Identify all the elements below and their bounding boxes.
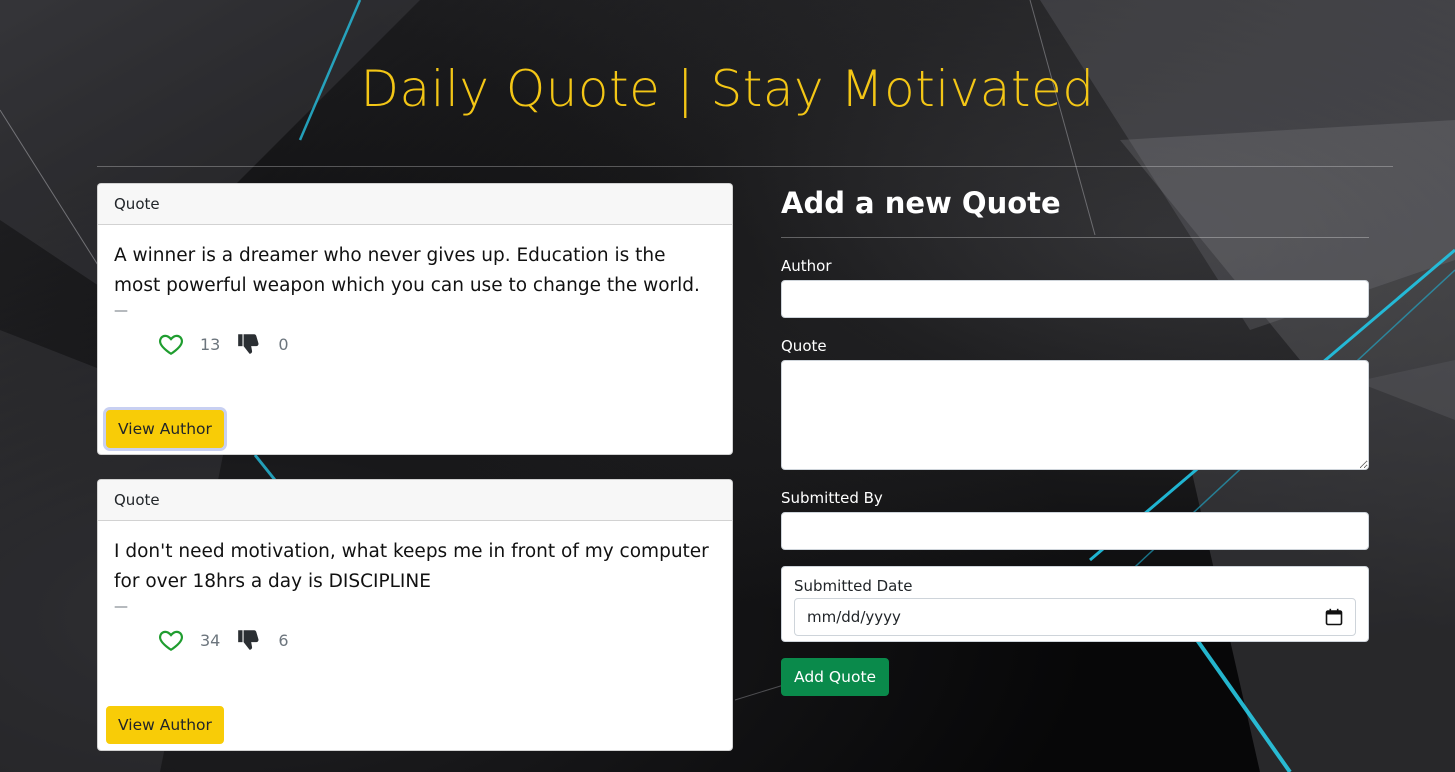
- thumbs-down-icon[interactable]: [236, 627, 262, 653]
- add-quote-button[interactable]: Add Quote: [781, 658, 890, 696]
- reactions-row: 34 6: [114, 625, 716, 655]
- quote-card-header: Quote: [98, 480, 732, 521]
- quote-author-dash: —: [114, 303, 128, 319]
- like-count: 13: [200, 334, 221, 354]
- quote-card: Quote I don't need motivation, what keep…: [97, 479, 733, 751]
- submitted-date-label: Submitted Date: [794, 577, 913, 595]
- quote-label: Quote: [781, 337, 827, 355]
- reactions-row: 13 0: [114, 329, 716, 359]
- quote-text: A winner is a dreamer who never gives up…: [114, 245, 700, 296]
- quote-author-dash: —: [114, 599, 128, 615]
- submitted-date-group: Submitted Date mm/dd/yyyy: [781, 566, 1369, 642]
- dislike-count: 6: [278, 630, 289, 650]
- heart-outline-icon[interactable]: [158, 331, 184, 357]
- page-title: Daily Quote | Stay Motivated: [360, 60, 1095, 118]
- author-label: Author: [781, 257, 832, 275]
- author-input[interactable]: [781, 280, 1369, 318]
- thumbs-down-icon[interactable]: [236, 331, 262, 357]
- calendar-icon[interactable]: [1325, 608, 1343, 626]
- add-quote-form: Add a new Quote Author Quote Submitted B…: [781, 183, 1369, 696]
- like-count: 34: [200, 630, 221, 650]
- quote-text: I don't need motivation, what keeps me i…: [114, 541, 709, 592]
- heart-outline-icon[interactable]: [158, 627, 184, 653]
- dislike-count: 0: [278, 334, 289, 354]
- form-divider: [781, 237, 1369, 238]
- date-placeholder: mm/dd/yyyy: [807, 608, 901, 626]
- title-divider: [97, 166, 1393, 167]
- quote-card: Quote A winner is a dreamer who never gi…: [97, 183, 733, 455]
- submitted-by-label: Submitted By: [781, 489, 883, 507]
- quote-card-header: Quote: [98, 184, 732, 225]
- form-heading: Add a new Quote: [781, 186, 1061, 220]
- submitted-by-input[interactable]: [781, 512, 1369, 550]
- quote-textarea[interactable]: [781, 360, 1369, 470]
- submitted-date-input[interactable]: mm/dd/yyyy: [794, 598, 1356, 636]
- view-author-button[interactable]: View Author: [106, 706, 224, 744]
- quote-card-body: A winner is a dreamer who never gives up…: [98, 225, 732, 454]
- quote-card-body: I don't need motivation, what keeps me i…: [98, 521, 732, 750]
- view-author-button[interactable]: View Author: [106, 410, 224, 448]
